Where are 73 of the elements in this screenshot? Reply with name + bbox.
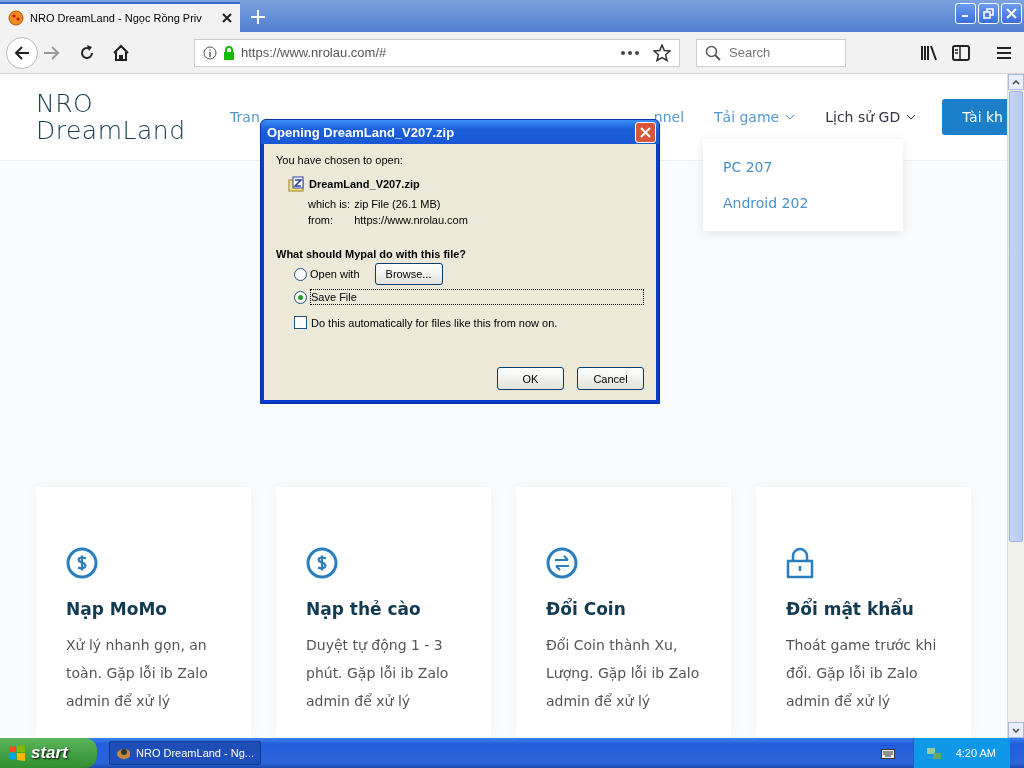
taskbar-button[interactable]: NRO DreamLand - Ng... bbox=[109, 741, 261, 765]
back-icon bbox=[14, 44, 30, 61]
scroll-up-icon[interactable] bbox=[1012, 79, 1020, 85]
dialog-title: Opening DreamLand_V207.zip bbox=[267, 124, 455, 140]
scroll-down-icon[interactable] bbox=[1012, 727, 1020, 733]
detail-value: zip File (26.1 MB) bbox=[354, 198, 442, 210]
nav-dropdown[interactable]: Lịch sử GD bbox=[825, 109, 917, 125]
close-icon bbox=[640, 126, 651, 138]
close-icon[interactable] bbox=[222, 13, 232, 23]
more-icon[interactable] bbox=[621, 50, 639, 55]
browser-tab[interactable]: NRO DreamLand - Ngọc Rồng Priv bbox=[0, 2, 240, 32]
option-label[interactable]: Save File bbox=[310, 289, 644, 305]
dollar-icon bbox=[66, 547, 98, 579]
browse-button[interactable]: Browse... bbox=[374, 263, 443, 285]
info-icon[interactable] bbox=[203, 45, 217, 60]
clock: 4:20 AM bbox=[955, 747, 996, 759]
reload-icon[interactable] bbox=[78, 43, 96, 62]
card-text: Xử lý nhanh gọn, an toàn. Gặp lỗi ib Zalo admin để xử lý bbox=[66, 636, 209, 711]
checkbox-label[interactable]: Do this automatically for files like this from now on. bbox=[311, 316, 558, 329]
scrollbar[interactable] bbox=[1007, 74, 1024, 738]
intro-text: You have chosen to open: bbox=[276, 154, 404, 166]
question-text: What should Mypal do with this file? bbox=[276, 248, 468, 260]
restore-icon bbox=[983, 8, 994, 19]
keyboard-icon[interactable] bbox=[880, 747, 895, 759]
sidebar-icon[interactable] bbox=[952, 44, 970, 61]
card-title: Đổi mật khẩu bbox=[786, 599, 915, 619]
close-button[interactable] bbox=[635, 121, 656, 143]
radio-button[interactable] bbox=[294, 267, 307, 281]
radio-button[interactable] bbox=[294, 290, 307, 304]
chevron-icon bbox=[785, 114, 796, 120]
new-tab-icon[interactable] bbox=[250, 9, 266, 25]
checkbox[interactable] bbox=[294, 316, 307, 329]
detail-label: which is: bbox=[308, 198, 351, 210]
close-icon bbox=[1006, 8, 1017, 19]
back-button[interactable] bbox=[6, 36, 38, 69]
url-text: https://www.nrolau.com/# bbox=[241, 45, 388, 60]
forward-icon[interactable] bbox=[42, 44, 60, 61]
home-icon[interactable] bbox=[112, 43, 130, 62]
ball-icon bbox=[8, 10, 24, 26]
dialog-button[interactable]: OK bbox=[497, 367, 564, 390]
close-button[interactable] bbox=[1001, 3, 1022, 24]
dropdown-item[interactable]: Android 202 bbox=[723, 185, 883, 221]
file-name: DreamLand_V207.zip bbox=[309, 178, 420, 190]
account-button[interactable]: Tài kh bbox=[942, 99, 1007, 135]
library-icon[interactable] bbox=[920, 44, 938, 61]
tab-title: NRO DreamLand - Ngọc Rồng Priv bbox=[30, 12, 203, 24]
exchange-icon bbox=[546, 547, 578, 579]
lock-icon bbox=[786, 547, 814, 579]
app-icon bbox=[116, 746, 130, 760]
detail-value: https://www.nrolau.com bbox=[354, 214, 468, 226]
search-placeholder: Search bbox=[729, 45, 771, 60]
site-logo[interactable]: NRO DreamLand bbox=[36, 90, 223, 144]
detail-label: from: bbox=[308, 214, 335, 226]
card-title: Đổi Coin bbox=[546, 599, 627, 619]
option-label[interactable]: Open with bbox=[310, 268, 360, 280]
menu-icon[interactable] bbox=[996, 45, 1012, 60]
card-title: Nạp thẻ cào bbox=[306, 599, 422, 619]
restore-button[interactable] bbox=[978, 3, 999, 24]
star-icon[interactable] bbox=[653, 43, 671, 62]
minimize-button[interactable] bbox=[955, 3, 976, 24]
search-field[interactable]: Search bbox=[696, 38, 846, 67]
card-text: Thoát game trước khi đổi. Gặp lỗi ib Zalo admin để xử lý bbox=[786, 636, 938, 711]
card-text: Duyệt tự động 1 - 3 phút. Gặp lỗi ib Zalo admin để xử lý bbox=[306, 636, 450, 711]
card-text: Đổi Coin thành Xu, Lượng. Gặp lỗi ib Zalo admin để xử lý bbox=[546, 636, 701, 711]
dialog-button[interactable]: Cancel bbox=[577, 367, 644, 390]
address-bar[interactable]: https://www.nrolau.com/# bbox=[194, 38, 680, 67]
search-icon bbox=[705, 44, 721, 61]
card-title: Nạp MoMo bbox=[66, 599, 168, 619]
zip-file-icon bbox=[288, 176, 304, 192]
windows-logo-icon bbox=[8, 744, 26, 762]
dollar-icon bbox=[306, 547, 338, 579]
lock-icon bbox=[223, 45, 235, 60]
chevron-icon bbox=[906, 114, 917, 120]
